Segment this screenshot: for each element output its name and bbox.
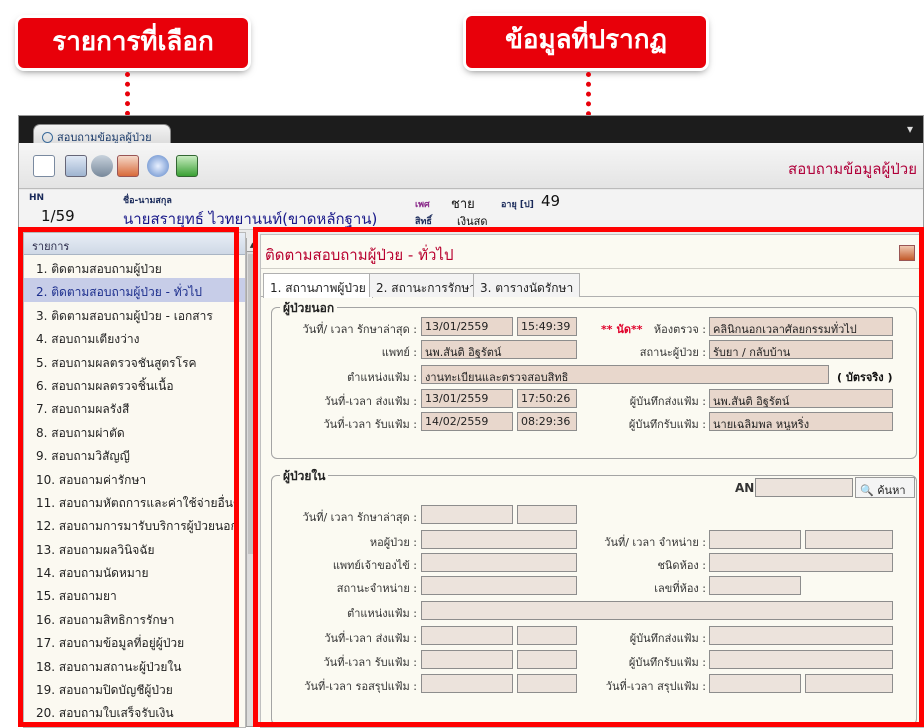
export-icon[interactable] [117,155,139,177]
new-document-icon[interactable] [33,155,55,177]
callout-selected-item: รายการที่เลือก [18,18,248,68]
tab-patient-inquiry[interactable]: สอบถามข้อมูลผู้ป่วย [33,124,171,144]
hn-value: 1/59 [41,207,75,225]
app-title: สอบถามข้อมูลผู้ป่วย [788,160,917,178]
refresh-icon[interactable] [176,155,198,177]
name-label: ชื่อ-นามสกุล [123,196,172,206]
sex-label: เพศ [415,200,430,210]
query-icon [42,132,53,143]
patient-bar: HN 1/59 ชื่อ-นามสกุล นายสรายุทธ์ ไวทยานน… [19,190,923,230]
settings-icon[interactable] [147,155,169,177]
sex-value: ชาย [451,197,475,212]
age-value: 49 [541,192,561,210]
highlight-list-frame [18,227,239,727]
callout-displayed-data: ข้อมูลที่ปรากฏ [466,16,706,68]
right-label: สิทธิ์ [415,217,432,227]
tab-menu-icon[interactable]: ▾ [907,122,913,136]
print-icon[interactable] [91,155,113,177]
highlight-content-frame [253,227,924,727]
tab-bar: สอบถามข้อมูลผู้ป่วย ▾ [19,116,923,144]
age-label: อายุ [ป] [501,200,534,210]
hn-label: HN [29,193,45,203]
toolbar: สอบถามข้อมูลผู้ป่วย [19,143,923,189]
edit-icon[interactable] [65,155,87,177]
